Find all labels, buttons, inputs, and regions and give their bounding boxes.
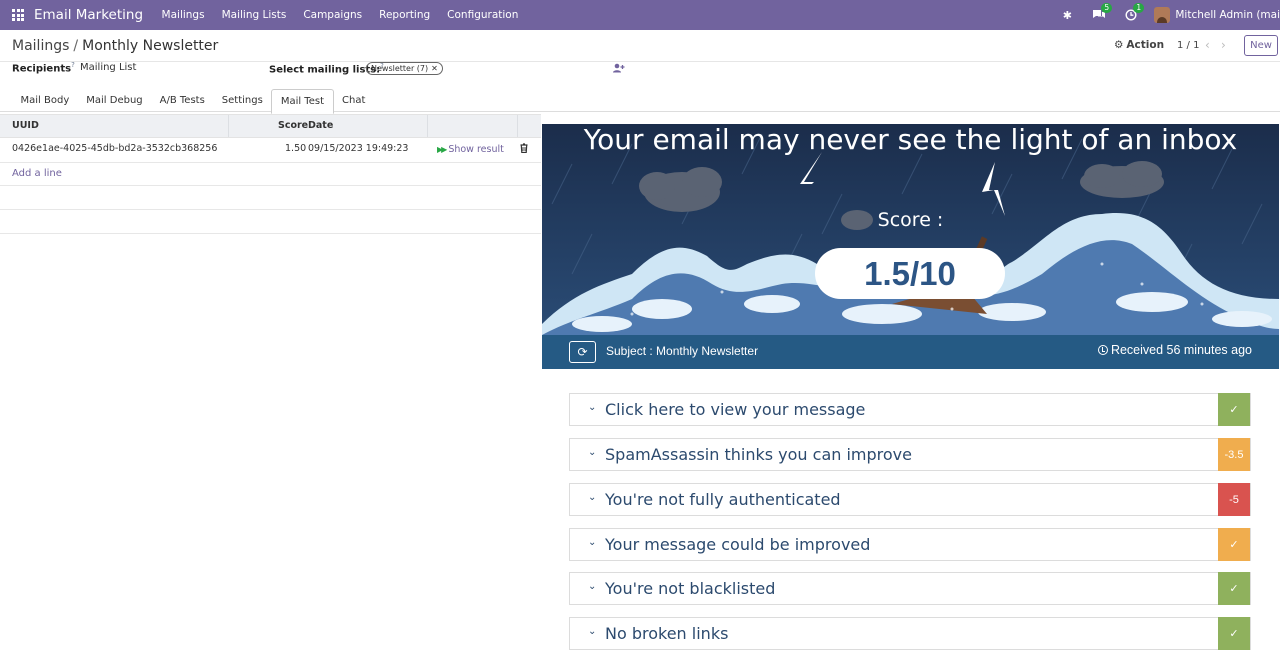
column-score[interactable]: Score: [278, 120, 308, 131]
check-label: Your message could be improved: [605, 535, 871, 554]
tag-remove-icon[interactable]: ✕: [431, 64, 438, 73]
tab-settings[interactable]: Settings: [213, 89, 271, 112]
cell-score: 1.50: [285, 143, 307, 154]
chevron-down-icon: ⌄: [588, 537, 597, 548]
pager-next-icon[interactable]: ›: [1221, 38, 1226, 52]
fast-forward-icon: ▶▶: [437, 145, 447, 154]
pager-previous-icon[interactable]: ‹: [1205, 38, 1210, 52]
check-label: You're not fully authenticated: [605, 490, 841, 509]
chevron-down-icon: ⌄: [588, 492, 597, 503]
chevron-down-icon: ⌄: [588, 581, 597, 592]
activity-count-badge: 1: [1133, 3, 1145, 13]
check-message-quality[interactable]: ⌄ Your message could be improved ✓: [569, 528, 1251, 561]
column-divider: [517, 115, 518, 137]
main-menu: Mailings Mailing Lists Campaigns Reporti…: [153, 9, 527, 21]
clock-icon: [1097, 345, 1108, 355]
tab-mail-body[interactable]: Mail Body: [12, 89, 78, 112]
user-avatar[interactable]: [1154, 7, 1171, 23]
mailing-list-tag[interactable]: Newsletter (7) ✕: [366, 62, 443, 75]
chevron-down-icon: ⌄: [588, 626, 597, 637]
control-panel-divider: [0, 61, 1280, 62]
row-divider: [0, 233, 541, 234]
breadcrumb-mailings[interactable]: Mailings: [12, 38, 69, 54]
cell-uuid: 0426e1ae-4025-45db-bd2a-3532cb368256: [12, 143, 218, 154]
new-button[interactable]: New: [1244, 35, 1278, 56]
tab-mail-test[interactable]: Mail Test: [271, 89, 334, 114]
add-line-link[interactable]: Add a line: [12, 168, 62, 179]
menu-item-reporting[interactable]: Reporting: [371, 9, 439, 21]
recipients-label: Recipients?: [12, 61, 75, 75]
score-value: 1.5/10: [815, 248, 1005, 299]
tab-chat[interactable]: Chat: [334, 89, 374, 112]
tag-label: Newsletter (7): [371, 64, 429, 73]
check-status-badge: ✓: [1218, 572, 1250, 605]
check-label: Click here to view your message: [605, 400, 866, 419]
notebook-tabs: Mail Body Mail Debug A/B Tests Settings …: [12, 89, 374, 114]
check-view-message[interactable]: ⌄ Click here to view your message ✓: [569, 393, 1251, 426]
show-result-label: Show result: [448, 144, 504, 155]
menu-item-mailing-lists[interactable]: Mailing Lists: [213, 9, 295, 21]
refresh-button[interactable]: ⟳: [569, 341, 596, 363]
add-user-icon[interactable]: [613, 63, 625, 76]
received-time: Received 56 minutes ago: [1097, 343, 1252, 357]
score-label: Score :: [877, 209, 944, 231]
check-spamassassin[interactable]: ⌄ SpamAssassin thinks you can improve -3…: [569, 438, 1251, 471]
breadcrumb: Mailings / Monthly Newsletter: [12, 38, 218, 54]
subject-bar: ⟳ Subject : Monthly Newsletter Received …: [542, 335, 1279, 369]
check-status-badge: ✓: [1218, 528, 1250, 561]
column-uuid[interactable]: UUID: [12, 120, 39, 131]
menu-item-configuration[interactable]: Configuration: [439, 9, 527, 21]
tab-ab-tests[interactable]: A/B Tests: [151, 89, 213, 112]
check-status-badge: ✓: [1218, 393, 1250, 426]
check-status-badge: -5: [1218, 483, 1250, 516]
chat-icon[interactable]: 5: [1090, 3, 1113, 24]
subject-text: Subject : Monthly Newsletter: [606, 344, 759, 358]
result-headline: Your email may never see the light of an…: [583, 124, 1238, 156]
apps-menu-icon[interactable]: [4, 0, 32, 30]
table-row[interactable]: 0426e1ae-4025-45db-bd2a-3532cb368256 1.5…: [0, 137, 541, 163]
bug-icon[interactable]: ✱: [1058, 6, 1076, 24]
menu-item-campaigns[interactable]: Campaigns: [295, 9, 371, 21]
help-icon[interactable]: ?: [71, 61, 75, 69]
action-label: Action: [1126, 39, 1165, 51]
tab-mail-debug[interactable]: Mail Debug: [78, 89, 151, 112]
user-menu[interactable]: Mitchell Admin (mai: [1175, 9, 1280, 21]
app-name[interactable]: Email Marketing: [34, 7, 143, 23]
check-status-badge: ✓: [1218, 617, 1250, 650]
received-text: Received 56 minutes ago: [1110, 343, 1252, 357]
chevron-down-icon: ⌄: [588, 447, 597, 458]
systray: ✱ 5 1 Mitchell Admin (mai: [1058, 0, 1280, 30]
top-navbar: Email Marketing Mailings Mailing Lists C…: [0, 0, 1280, 30]
breadcrumb-current: Monthly Newsletter: [82, 38, 219, 54]
table-header: UUID Score Date: [0, 114, 541, 138]
show-result-button[interactable]: ▶▶ Show result: [437, 144, 504, 155]
cell-date: 09/15/2023 19:49:23: [308, 143, 409, 154]
refresh-icon: ⟳: [577, 345, 588, 359]
trash-icon[interactable]: [520, 143, 528, 156]
column-divider: [427, 115, 428, 137]
chat-count-badge: 5: [1101, 3, 1113, 13]
chevron-down-icon: ⌄: [588, 402, 597, 413]
activity-clock-icon[interactable]: 1: [1122, 3, 1145, 24]
breadcrumb-separator: /: [73, 38, 79, 54]
column-date[interactable]: Date: [308, 120, 333, 131]
row-divider: [0, 185, 541, 186]
menu-item-mailings[interactable]: Mailings: [153, 9, 213, 21]
check-blacklist[interactable]: ⌄ You're not blacklisted ✓: [569, 572, 1251, 605]
row-divider: [0, 209, 541, 210]
check-label: You're not blacklisted: [605, 579, 776, 598]
pager-value[interactable]: 1 / 1: [1177, 40, 1199, 51]
column-divider: [228, 115, 229, 137]
gear-icon: ⚙: [1114, 39, 1124, 51]
action-button[interactable]: ⚙ Action: [1114, 39, 1164, 51]
check-status-badge: -3.5: [1218, 438, 1250, 471]
check-authentication[interactable]: ⌄ You're not fully authenticated -5: [569, 483, 1251, 516]
recipients-select[interactable]: Mailing List: [80, 62, 136, 73]
check-label: SpamAssassin thinks you can improve: [605, 445, 912, 464]
check-label: No broken links: [605, 624, 729, 643]
result-hero-banner: Your email may never see the light of an…: [542, 124, 1279, 335]
check-broken-links[interactable]: ⌄ No broken links ✓: [569, 617, 1251, 650]
